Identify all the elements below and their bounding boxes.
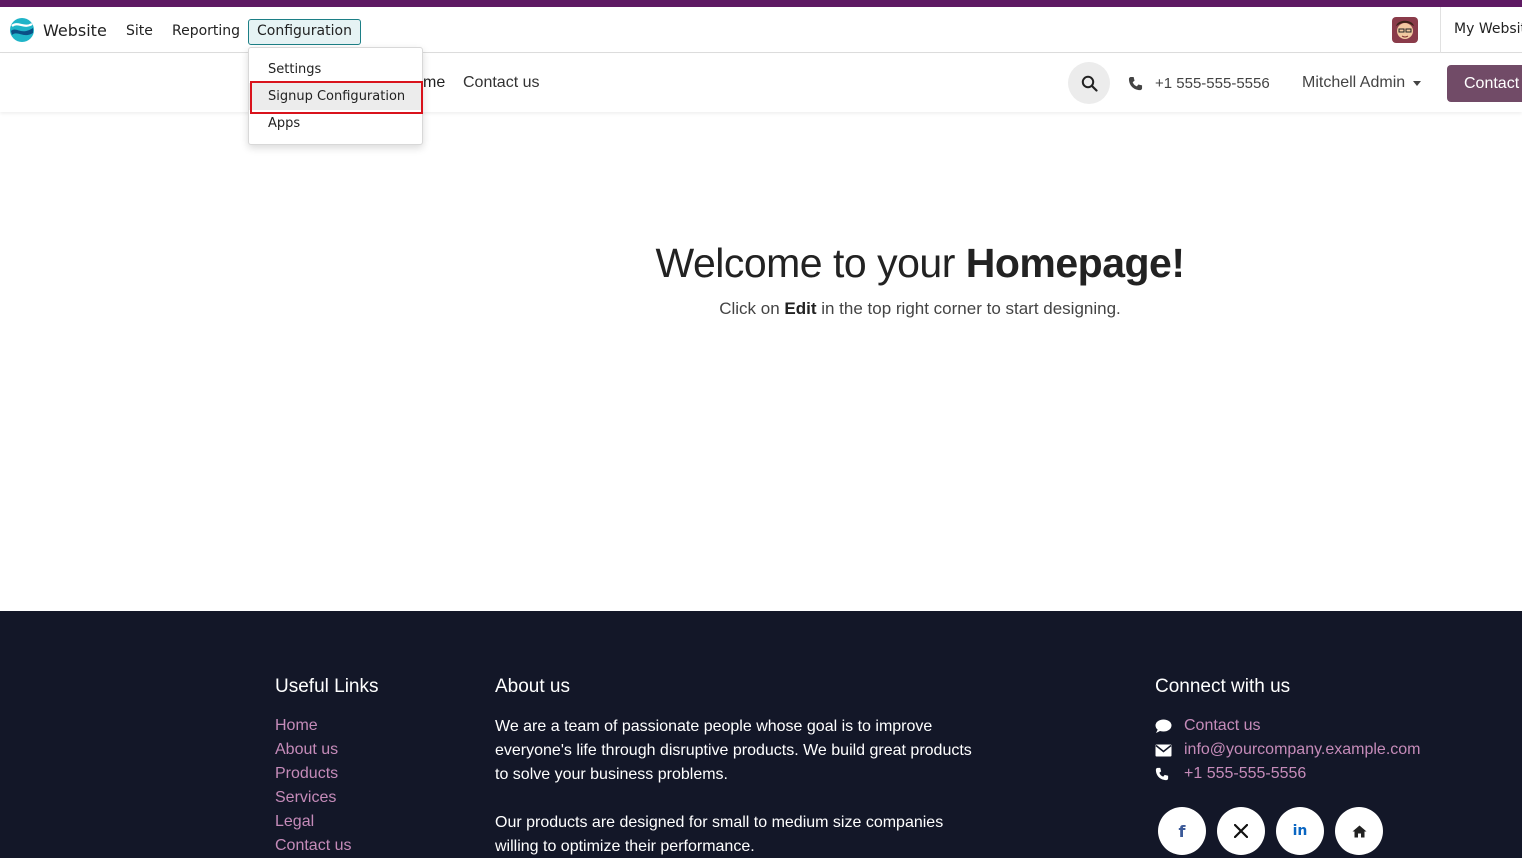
top-accent-strip [0, 0, 1522, 7]
dropdown-item-settings[interactable]: Settings [249, 56, 422, 83]
linkedin-icon: in [1292, 823, 1308, 839]
connect-title: Connect with us [1155, 676, 1291, 697]
app-name: Website [43, 20, 107, 40]
useful-links-title: Useful Links [275, 676, 379, 697]
footer-link-home[interactable]: Home [275, 717, 318, 735]
footer-link-about[interactable]: About us [275, 741, 338, 759]
dropdown-item-apps[interactable]: Apps [249, 110, 422, 137]
hero-sub-suffix: in the top right corner to start designi… [816, 299, 1121, 318]
search-button[interactable] [1068, 62, 1110, 104]
x-button[interactable] [1217, 807, 1265, 855]
connect-phone-label: +1 555-555-5556 [1184, 765, 1307, 782]
hero-title-bold: Homepage! [965, 240, 1185, 286]
hero-sub-prefix: Click on [719, 299, 785, 318]
hero-title: Welcome to your Homepage! [0, 240, 1522, 287]
about-line: everyone's life through disruptive produ… [495, 742, 972, 759]
hero-sub-bold: Edit [784, 299, 817, 318]
envelope-icon [1155, 744, 1173, 757]
about-title: About us [495, 676, 570, 697]
phone-icon [1155, 767, 1173, 781]
about-line: willing to optimize their performance. [495, 838, 755, 855]
header-phone-number: +1 555-555-5556 [1155, 75, 1270, 92]
search-icon [1081, 75, 1098, 92]
footer: Useful Links Home About us Products Serv… [0, 611, 1522, 858]
about-line: We are a team of passionate people whose… [495, 718, 933, 735]
linkedin-button[interactable]: in [1276, 807, 1324, 855]
footer-link-services[interactable]: Services [275, 789, 336, 807]
avatar-image [1392, 17, 1418, 43]
app-brand[interactable]: Website [9, 16, 107, 44]
footer-link-products[interactable]: Products [275, 765, 338, 783]
footer-link-contact[interactable]: Contact us [275, 837, 351, 855]
navbar-divider [1440, 7, 1441, 53]
hero-subtitle: Click on Edit in the top right corner to… [0, 299, 1522, 319]
backend-navbar: Website Site Reporting Configuration My … [0, 7, 1522, 53]
header-phone[interactable]: +1 555-555-5556 [1128, 75, 1270, 92]
website-switcher[interactable]: My Website [1454, 21, 1522, 37]
footer-link-legal[interactable]: Legal [275, 813, 314, 831]
highlight-box [250, 81, 423, 114]
nav-contact-link[interactable]: Contact us [463, 74, 539, 92]
home-social-button[interactable] [1335, 807, 1383, 855]
comment-icon [1155, 719, 1173, 734]
phone-icon [1128, 76, 1143, 91]
connect-phone[interactable]: +1 555-555-5556 [1155, 765, 1306, 783]
user-name: Mitchell Admin [1302, 74, 1406, 91]
home-icon [1352, 825, 1366, 837]
connect-contact[interactable]: Contact us [1155, 717, 1260, 735]
contact-button[interactable]: Contact [1447, 65, 1522, 102]
menu-configuration[interactable]: Configuration [248, 19, 361, 45]
connect-contact-label: Contact us [1184, 717, 1261, 734]
menu-reporting[interactable]: Reporting [164, 19, 248, 43]
about-line: Our products are designed for small to m… [495, 814, 944, 831]
menu-site[interactable]: Site [118, 19, 161, 43]
caret-down-icon [1413, 80, 1422, 86]
user-menu[interactable]: Mitchell Admin [1302, 74, 1422, 92]
nav-home-link[interactable]: me [423, 74, 445, 92]
connect-email[interactable]: info@yourcompany.example.com [1155, 741, 1421, 759]
x-icon [1234, 824, 1248, 838]
about-line: to solve your business problems. [495, 766, 728, 783]
facebook-button[interactable]: f [1158, 807, 1206, 855]
connect-email-label: info@yourcompany.example.com [1184, 741, 1421, 758]
website-header: me Contact us +1 555-555-5556 Mitchell A… [0, 54, 1522, 112]
user-avatar[interactable] [1392, 17, 1418, 43]
facebook-icon: f [1178, 821, 1186, 841]
website-app-icon [10, 18, 34, 42]
hero-title-prefix: Welcome to your [655, 240, 966, 286]
